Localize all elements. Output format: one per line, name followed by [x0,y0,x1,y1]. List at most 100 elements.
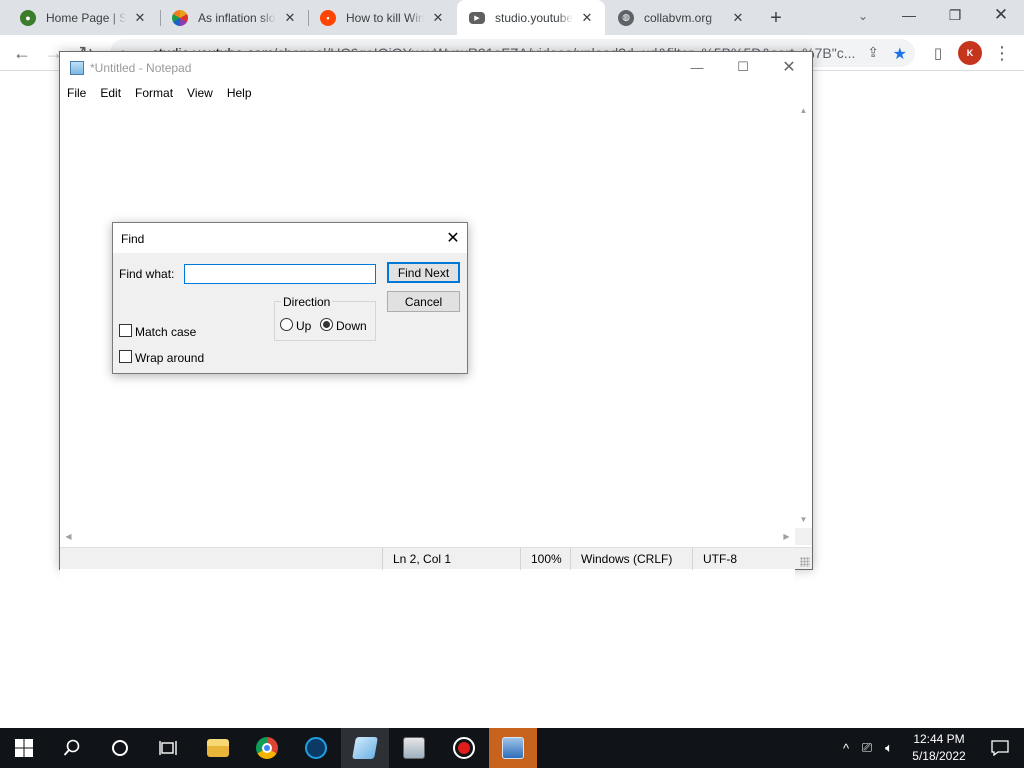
tab-title: As inflation slov [198,10,276,25]
browser-minimize-icon[interactable]: — [886,0,932,30]
wrap-around-label[interactable]: Wrap around [135,351,204,365]
notepad-minimize-icon[interactable]: — [674,52,720,82]
direction-label: Direction [281,295,333,309]
cancel-button[interactable]: Cancel [387,291,460,312]
tab-close-icon[interactable]: ✕ [579,10,595,26]
chrome-menu-icon[interactable]: ⋮ [988,39,1016,67]
tab-title: Home Page | Se [46,10,126,25]
tab-close-icon[interactable]: ✕ [730,10,746,26]
circle-icon [112,740,128,756]
status-zoom: 100% [520,548,570,570]
notepad-icon [70,61,84,75]
match-case-label[interactable]: Match case [135,325,196,339]
browser-tab[interactable]: ● Home Page | Se ✕ [8,0,158,35]
back-arrow-icon[interactable]: ← [8,39,36,67]
show-hidden-icons-chevron-icon[interactable]: ^ [836,741,856,756]
vertical-scrollbar[interactable]: ▲ ▼ [795,102,812,528]
tab-close-icon[interactable]: ✕ [430,10,446,26]
direction-down-label[interactable]: Down [336,319,367,333]
tab-close-icon[interactable]: ✕ [132,10,148,26]
menu-format[interactable]: Format [128,82,180,102]
menu-file[interactable]: File [60,82,93,102]
share-icon[interactable]: ⇪ [867,44,879,61]
tab-title: studio.youtube [495,10,573,25]
wrap-around-checkbox[interactable] [119,350,132,363]
notepad-title-bar[interactable]: *Untitled - Notepad — ☐ ✕ [60,52,812,82]
find-dialog: Find ✕ Find what: Find Next Cancel Direc… [112,222,468,374]
browser-tab[interactable]: As inflation slov ✕ [160,0,308,35]
record-button-icon [453,737,475,759]
find-next-button[interactable]: Find Next [387,262,460,283]
file-explorer-icon[interactable] [194,728,242,768]
browser-tab-strip: ● Home Page | Se ✕ As inflation slov ✕ •… [0,0,1024,35]
windows-taskbar: ^ ⎚ 🔈︎ 12:44 PM 5/18/2022 [0,728,1024,768]
notepad-menu-bar: File Edit Format View Help [60,82,812,102]
network-app-icon[interactable] [390,728,438,768]
side-panel-icon[interactable]: ▯ [924,39,952,67]
browser-restore-icon[interactable]: ❐ [932,0,978,30]
notepad-close-icon[interactable]: ✕ [766,52,812,82]
scrollbar-corner [795,528,812,545]
find-dialog-title: Find [121,232,145,246]
status-line-ending: Windows (CRLF) [570,548,692,570]
task-view-glyph-icon [159,741,177,755]
notepad-status-bar: Ln 2, Col 1 100% Windows (CRLF) UTF-8 [60,547,812,570]
notepad-taskbar-icon[interactable] [341,728,389,768]
start-button[interactable] [0,728,48,768]
browser-tab-active[interactable]: ▶ studio.youtube ✕ [457,0,605,35]
tab-favicon-homepage-icon: ● [20,9,36,26]
direction-up-radio[interactable] [280,318,293,331]
cortana-icon[interactable] [96,728,144,768]
find-dialog-close-icon[interactable]: ✕ [443,228,463,248]
bookmark-star-icon[interactable]: ★ [893,44,907,64]
network-icon[interactable]: ⎚ [856,740,878,756]
tab-title: How to kill Wind [346,10,424,25]
tab-close-icon[interactable]: ✕ [282,10,298,26]
direction-down-radio[interactable] [320,318,333,331]
notepad-title: *Untitled - Notepad [90,61,192,75]
clock-time: 12:44 PM [913,732,965,746]
find-what-label: Find what: [119,267,175,281]
speech-bubble-icon [991,740,1009,756]
remote-app-icon[interactable] [489,728,537,768]
direction-up-label[interactable]: Up [296,319,311,333]
menu-help[interactable]: Help [220,82,259,102]
scroll-up-arrow-icon[interactable]: ▲ [795,102,812,119]
tab-search-icon[interactable]: ⌄ [853,6,873,26]
horizontal-scrollbar[interactable]: ◀ ▶ [60,528,795,545]
menu-view[interactable]: View [180,82,220,102]
chrome-icon[interactable] [243,728,291,768]
scroll-down-arrow-icon[interactable]: ▼ [795,511,812,528]
youtube-icon: ▶ [469,11,485,24]
notepad-maximize-icon[interactable]: ☐ [720,52,766,82]
browser-close-icon[interactable]: ✕ [978,0,1024,30]
volume-icon[interactable]: 🔈︎ [878,740,900,756]
find-dialog-title-bar[interactable]: Find ✕ [113,223,467,253]
search-icon[interactable] [48,728,96,768]
blue-app-icon[interactable] [292,728,340,768]
browser-tab[interactable]: ◍ collabvm.org ✕ [606,0,756,35]
status-position: Ln 2, Col 1 [382,548,520,570]
taskbar-clock[interactable]: 12:44 PM 5/18/2022 [900,731,978,765]
reddit-icon: • [320,9,336,26]
windows-logo-icon [15,739,33,757]
scroll-right-arrow-icon[interactable]: ▶ [778,528,795,545]
system-tray: ^ ⎚ 🔈︎ [836,728,900,768]
find-what-input[interactable] [184,264,376,284]
notification-center-icon[interactable] [976,728,1024,768]
tab-title: collabvm.org [644,10,713,25]
status-encoding: UTF-8 [692,548,802,570]
scroll-left-arrow-icon[interactable]: ◀ [60,528,77,545]
record-icon[interactable] [440,728,488,768]
profile-avatar[interactable]: K [958,41,982,65]
browser-tab[interactable]: • How to kill Wind ✕ [308,0,456,35]
nbc-peacock-icon [172,9,188,26]
menu-edit[interactable]: Edit [93,82,128,102]
match-case-checkbox[interactable] [119,324,132,337]
clock-date: 5/18/2022 [912,749,966,763]
magnifier-icon [63,739,80,756]
task-view-icon[interactable] [144,728,192,768]
resize-grip-icon[interactable] [800,557,810,567]
globe-icon: ◍ [618,9,634,26]
new-tab-button[interactable]: + [764,6,788,30]
